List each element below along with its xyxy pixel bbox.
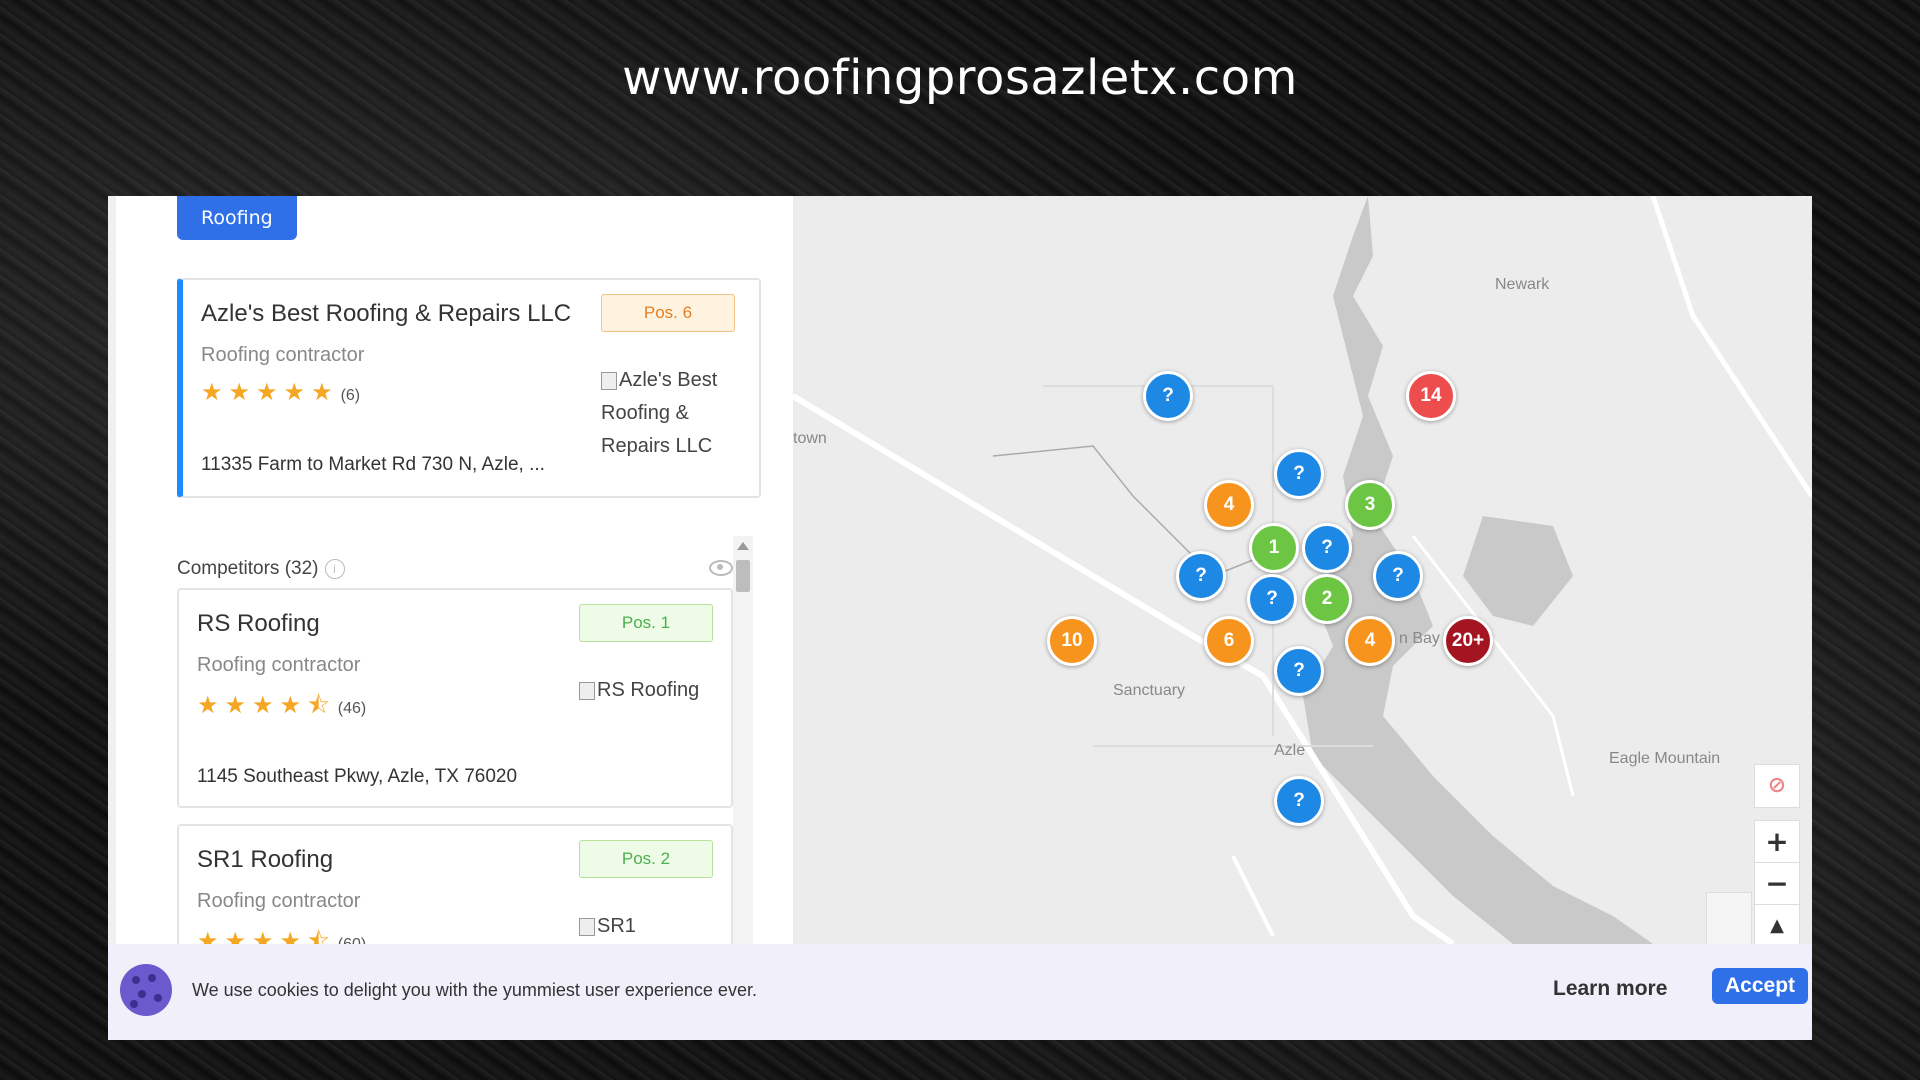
map-base bbox=[793, 196, 1812, 944]
scroll-up-arrow-icon[interactable] bbox=[737, 542, 749, 550]
competitors-label: Competitors (32) i bbox=[177, 558, 345, 580]
map-marker[interactable]: 14 bbox=[1406, 371, 1456, 421]
map-marker[interactable]: 3 bbox=[1345, 480, 1395, 530]
reset-location-icon[interactable]: ⊘ bbox=[1754, 764, 1800, 808]
star-icons: ★★★★★ bbox=[201, 379, 339, 406]
rating-stars: ★★★★⯪(60) bbox=[197, 924, 366, 944]
zoom-in-button[interactable]: + bbox=[1754, 820, 1800, 864]
map-label-azle: Azle bbox=[1274, 742, 1306, 759]
map-view[interactable]: Newark town Sanctuary Azle n Bay Eagle M… bbox=[793, 196, 1812, 944]
map-marker[interactable]: 4 bbox=[1204, 480, 1254, 530]
learn-more-link[interactable]: Learn more bbox=[1553, 977, 1667, 1001]
map-marker[interactable]: ? bbox=[1274, 776, 1324, 826]
map-marker[interactable]: 10 bbox=[1047, 616, 1097, 666]
scrollbar[interactable] bbox=[733, 536, 753, 944]
panel-edge bbox=[108, 196, 116, 944]
listing-image: Azle's Best Roofing & Repairs LLC bbox=[601, 364, 717, 463]
info-icon[interactable]: i bbox=[324, 558, 345, 579]
competitor-image: RS Roofing bbox=[579, 674, 699, 707]
position-badge: Pos. 1 bbox=[579, 604, 713, 642]
scroll-thumb[interactable] bbox=[736, 560, 750, 592]
competitor-type: Roofing contractor bbox=[197, 654, 361, 676]
image-alt-line: Repairs LLC bbox=[601, 435, 713, 457]
image-alt-line: Azle's Best bbox=[619, 369, 718, 391]
review-count: (6) bbox=[340, 387, 361, 404]
map-marker[interactable]: ? bbox=[1373, 551, 1423, 601]
broken-image-icon bbox=[579, 917, 595, 936]
broken-image-icon bbox=[601, 371, 617, 390]
review-count: (60) bbox=[338, 936, 366, 944]
map-marker[interactable]: 6 bbox=[1204, 616, 1254, 666]
map-label-bay: n Bay bbox=[1399, 630, 1440, 647]
street-view-icon[interactable] bbox=[1706, 892, 1752, 944]
listing-name: Azle's Best Roofing & Repairs LLC bbox=[201, 300, 572, 327]
app-frame: Roofing Azle's Best Roofing & Repairs LL… bbox=[108, 196, 1812, 1040]
listing-address: 11335 Farm to Market Rd 730 N, Azle, ... bbox=[201, 454, 545, 475]
map-label-eagle-mountain: Eagle Mountain bbox=[1609, 750, 1721, 767]
map-label-newark: Newark bbox=[1495, 276, 1550, 293]
cookie-message: We use cookies to delight you with the y… bbox=[192, 980, 757, 1000]
zoom-out-button[interactable]: − bbox=[1754, 862, 1800, 906]
competitor-card[interactable]: SR1 Roofing Roofing contractor ★★★★⯪(60)… bbox=[177, 824, 733, 944]
eye-icon[interactable] bbox=[709, 560, 733, 576]
results-panel: Roofing Azle's Best Roofing & Repairs LL… bbox=[108, 196, 793, 944]
map-marker[interactable]: 2 bbox=[1302, 574, 1352, 624]
map-label-sanctuary: Sanctuary bbox=[1113, 682, 1186, 699]
map-label-town: town bbox=[793, 430, 827, 447]
competitors-count: Competitors (32) bbox=[177, 558, 319, 579]
map-marker[interactable]: ? bbox=[1302, 523, 1352, 573]
star-icons: ★★★★⯪ bbox=[197, 928, 336, 944]
position-badge: Pos. 6 bbox=[601, 294, 735, 332]
competitor-address: 1145 Southeast Pkwy, Azle, TX 76020 bbox=[197, 766, 518, 787]
map-marker[interactable]: ? bbox=[1274, 449, 1324, 499]
map-marker[interactable]: ? bbox=[1143, 371, 1193, 421]
map-marker[interactable]: 20+ bbox=[1443, 616, 1493, 666]
listing-type: Roofing contractor bbox=[201, 344, 365, 366]
cookie-banner: We use cookies to delight you with the y… bbox=[108, 944, 1812, 1040]
map-marker[interactable]: ? bbox=[1176, 551, 1226, 601]
rating-stars: ★★★★★ (6) bbox=[201, 378, 360, 407]
image-alt-text: SR1 bbox=[597, 915, 636, 937]
compass-icon[interactable]: ▲ bbox=[1754, 904, 1800, 944]
map-marker[interactable]: ? bbox=[1247, 574, 1297, 624]
competitor-name: RS Roofing bbox=[197, 610, 320, 637]
category-tag-button[interactable]: Roofing bbox=[177, 196, 297, 240]
map-marker[interactable]: 1 bbox=[1249, 523, 1299, 573]
image-alt-text: RS Roofing bbox=[597, 679, 700, 701]
image-alt-line: Roofing & bbox=[601, 402, 689, 424]
competitor-type: Roofing contractor bbox=[197, 890, 361, 912]
map-marker[interactable]: ? bbox=[1274, 646, 1324, 696]
rating-stars: ★★★★⯪ (46) bbox=[197, 688, 366, 729]
site-url-heading: www.roofingprosazletx.com bbox=[622, 50, 1298, 106]
broken-image-icon bbox=[579, 681, 595, 700]
main-listing-card[interactable]: Azle's Best Roofing & Repairs LLC Roofin… bbox=[177, 278, 761, 498]
cookie-icon bbox=[120, 964, 172, 1016]
competitor-image: SR1 bbox=[579, 910, 636, 943]
star-icons: ★★★★⯪ bbox=[197, 692, 336, 719]
competitor-card[interactable]: RS Roofing Roofing contractor ★★★★⯪ (46) … bbox=[177, 588, 733, 808]
review-count: (46) bbox=[337, 700, 367, 717]
competitor-name: SR1 Roofing bbox=[197, 846, 334, 873]
map-marker[interactable]: 4 bbox=[1345, 616, 1395, 666]
accept-cookies-button[interactable]: Accept bbox=[1712, 968, 1808, 1004]
position-badge: Pos. 2 bbox=[579, 840, 713, 878]
